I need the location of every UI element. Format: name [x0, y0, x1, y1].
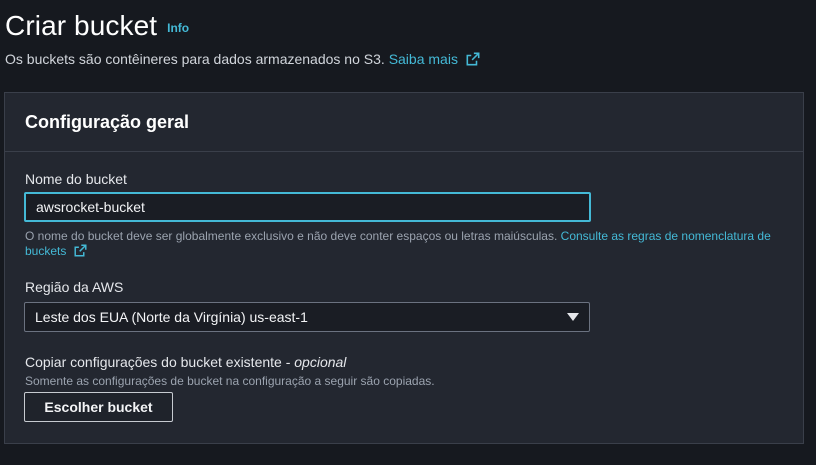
choose-bucket-button[interactable]: Escolher bucket — [24, 392, 173, 422]
bucket-name-label: Nome do bucket — [25, 171, 127, 187]
learn-more-label: Saiba mais — [388, 51, 458, 67]
panel-header: Configuração geral — [5, 93, 803, 152]
subtitle-text: Os buckets são contêineres para dados ar… — [5, 51, 385, 67]
bucket-name-hint-text: O nome do bucket deve ser globalmente ex… — [25, 229, 558, 243]
title-row: Criar bucket Info — [5, 8, 480, 44]
page-subtitle: Os buckets são contêineres para dados ar… — [5, 50, 480, 68]
copy-settings-hint: Somente as configurações de bucket na co… — [25, 374, 435, 388]
learn-more-link[interactable]: Saiba mais — [389, 50, 480, 68]
page-title: Criar bucket — [5, 10, 158, 41]
general-config-panel: Configuração geral Nome do bucket O nome… — [4, 92, 804, 444]
region-select[interactable]: Leste dos EUA (Norte da Virgínia) us-eas… — [24, 302, 590, 332]
panel-title: Configuração geral — [25, 111, 190, 132]
info-link[interactable]: Info — [167, 21, 189, 35]
caret-down-icon — [567, 313, 579, 321]
bucket-name-hint: O nome do bucket deve ser globalmente ex… — [25, 229, 785, 259]
optional-tag: opcional — [294, 354, 347, 370]
copy-settings-label-text: Copiar configurações do bucket existente… — [25, 354, 295, 370]
page: Criar bucket Info Os buckets são contêin… — [0, 0, 816, 465]
external-link-icon — [74, 244, 87, 257]
copy-settings-label: Copiar configurações do bucket existente… — [25, 354, 346, 370]
region-selected-value: Leste dos EUA (Norte da Virgínia) us-eas… — [35, 309, 308, 325]
page-header: Criar bucket Info Os buckets são contêin… — [5, 8, 480, 68]
external-link-icon — [466, 52, 480, 66]
bucket-name-input[interactable] — [24, 192, 591, 222]
region-label: Região da AWS — [25, 279, 124, 295]
